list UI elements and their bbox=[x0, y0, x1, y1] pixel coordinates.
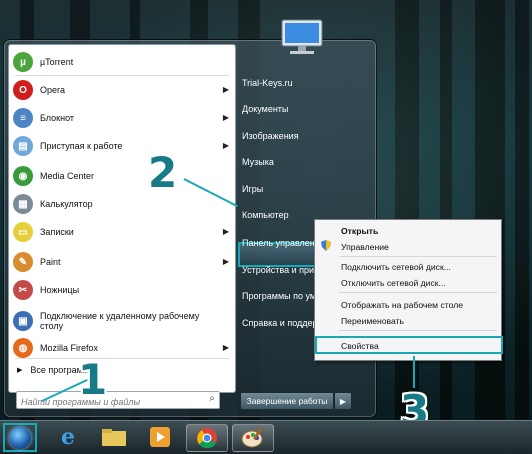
chrome-icon bbox=[197, 428, 217, 449]
submenu-arrow-icon: ▶ bbox=[222, 141, 229, 150]
ctx-disconnect-network-drive[interactable]: Отключить сетевой диск... bbox=[341, 278, 446, 288]
program-label: Блокнот bbox=[40, 113, 75, 123]
program-item-calculator[interactable]: ▦ Калькулятор bbox=[13, 192, 231, 216]
submenu-arrow-icon: ▶ bbox=[222, 85, 229, 94]
utorrent-icon: µ bbox=[13, 52, 33, 72]
program-label: Калькулятор bbox=[40, 199, 93, 209]
start-button[interactable] bbox=[3, 423, 37, 452]
program-item-remote-desktop[interactable]: ▣ Подключение к удаленному рабочему столу bbox=[13, 306, 231, 336]
getting-started-icon: ▤ bbox=[13, 136, 33, 156]
firefox-icon: ◍ bbox=[13, 338, 33, 358]
program-label: Записки bbox=[40, 227, 74, 237]
shutdown-label: Завершение работы bbox=[246, 396, 328, 406]
shutdown-options-button[interactable]: ▶ bbox=[334, 392, 352, 410]
program-item-notepad[interactable]: ≡ Блокнот ▶ bbox=[13, 106, 231, 130]
paint-icon: ✎ bbox=[13, 252, 33, 272]
taskbar-media-player-button[interactable] bbox=[140, 424, 180, 450]
ctx-map-network-drive[interactable]: Подключить сетевой диск... bbox=[341, 262, 451, 272]
taskbar-ie-button[interactable]: e bbox=[48, 424, 88, 450]
ctx-manage[interactable]: Управление bbox=[341, 242, 389, 252]
taskbar-paint-button[interactable] bbox=[232, 424, 274, 452]
program-label: Подключение к удаленному рабочему столу bbox=[40, 311, 200, 331]
search-box[interactable]: ⌕ bbox=[16, 391, 220, 409]
submenu-arrow-icon: ▶ bbox=[222, 227, 229, 236]
right-item-4[interactable]: Игры bbox=[242, 184, 330, 194]
program-item-utorrent[interactable]: µ µTorrent bbox=[13, 50, 231, 74]
program-label: Приступая к работе bbox=[40, 141, 123, 151]
callout-3-pointer bbox=[413, 356, 415, 388]
callout-2: 2 bbox=[148, 148, 178, 197]
ctx-rename[interactable]: Переименовать bbox=[341, 316, 404, 326]
opera-icon: O bbox=[13, 80, 33, 100]
scissors-icon: ✂ bbox=[13, 280, 33, 300]
taskbar-chrome-button[interactable] bbox=[186, 424, 228, 452]
programs-pane: µ µTorrent O Opera ▶ ≡ Блокнот ▶ ▤ Приступая к ра… bbox=[8, 44, 236, 393]
submenu-arrow-icon: ▶ bbox=[222, 343, 229, 352]
chevron-right-icon: ▶ bbox=[339, 396, 347, 406]
right-item-1[interactable]: Документы bbox=[242, 104, 330, 114]
play-arrow-icon: ▶ bbox=[17, 367, 23, 374]
folder-icon bbox=[102, 429, 126, 446]
submenu-arrow-icon: ▶ bbox=[222, 257, 229, 266]
program-item-sticky-notes[interactable]: ▭ Записки ▶ bbox=[13, 220, 231, 244]
program-item-getting-started[interactable]: ▤ Приступая к работе ▶ bbox=[13, 134, 231, 158]
notepad-icon: ≡ bbox=[13, 108, 33, 128]
callout-1: 1 bbox=[78, 355, 108, 404]
media-player-icon bbox=[150, 427, 170, 447]
program-item-firefox[interactable]: ◍ Mozilla Firefox ▶ bbox=[13, 336, 231, 360]
taskbar-explorer-button[interactable] bbox=[94, 424, 134, 450]
paint-icon bbox=[241, 428, 263, 448]
remote-desktop-icon: ▣ bbox=[13, 311, 33, 331]
sticky-notes-icon: ▭ bbox=[13, 222, 33, 242]
right-item-2[interactable]: Изображения bbox=[242, 131, 330, 141]
calculator-icon: ▦ bbox=[13, 194, 33, 214]
program-label: Opera bbox=[40, 85, 66, 95]
ctx-show-on-desktop[interactable]: Отображать на рабочем столе bbox=[341, 300, 463, 310]
internet-explorer-icon: e bbox=[61, 424, 75, 450]
properties-highlight bbox=[315, 336, 503, 354]
program-item-opera[interactable]: O Opera ▶ bbox=[13, 78, 231, 102]
computer-icon bbox=[281, 19, 323, 54]
program-item-scissors[interactable]: ✂ Ножницы bbox=[13, 278, 231, 302]
right-item-0[interactable]: Trial-Keys.ru bbox=[242, 78, 330, 88]
program-label: Ножницы bbox=[40, 285, 80, 295]
program-label: Media Center bbox=[40, 171, 95, 181]
shield-icon bbox=[321, 240, 331, 251]
program-label: µTorrent bbox=[40, 57, 74, 67]
windows-logo-icon bbox=[9, 426, 31, 449]
right-item-3[interactable]: Музыка bbox=[242, 157, 330, 167]
ctx-open[interactable]: Открыть bbox=[341, 226, 378, 236]
program-item-paint[interactable]: ✎ Paint ▶ bbox=[13, 250, 231, 274]
program-label: Mozilla Firefox bbox=[40, 343, 99, 353]
program-label: Paint bbox=[40, 257, 61, 267]
search-icon: ⌕ bbox=[209, 393, 215, 404]
submenu-arrow-icon: ▶ bbox=[222, 113, 229, 122]
media-center-icon: ◉ bbox=[13, 166, 33, 186]
shutdown-button[interactable]: Завершение работы bbox=[240, 392, 334, 410]
